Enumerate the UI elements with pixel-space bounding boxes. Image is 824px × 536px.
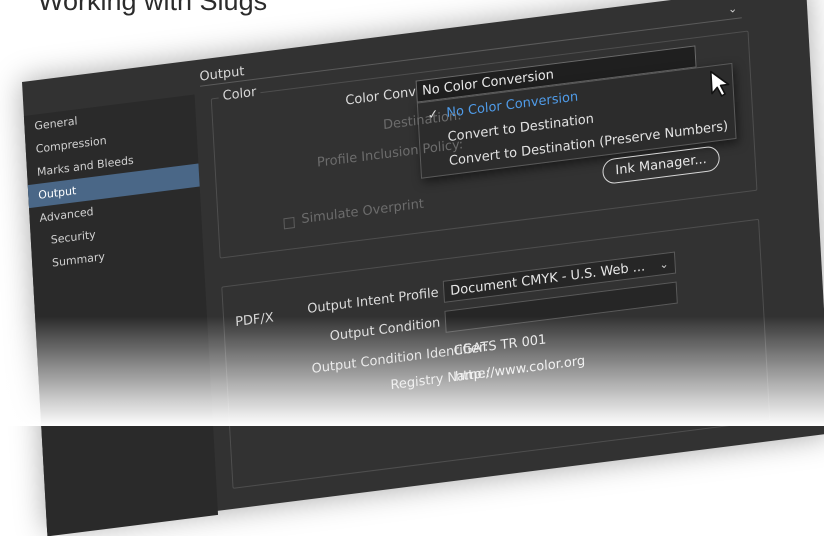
chevron-down-icon[interactable]: ⌄: [728, 2, 738, 16]
sidebar: General Compression Marks and Bleeds Out…: [23, 94, 219, 536]
simulate-overprint-checkbox[interactable]: [283, 216, 295, 230]
sidebar-item-label: Advanced: [39, 205, 94, 225]
chevron-down-icon: ⌄: [659, 257, 669, 272]
mouse-cursor-icon: [710, 70, 730, 97]
export-pdf-dialog: General Compression Marks and Bleeds Out…: [22, 0, 824, 536]
sidebar-item-label: Security: [50, 227, 97, 247]
sidebar-item-label: Output: [37, 184, 77, 202]
main-pane: Output ⌄ Color Color Conversion: No Colo…: [199, 0, 824, 510]
page-caption: Working with Slugs: [38, 0, 268, 16]
sidebar-item-label: Summary: [51, 249, 106, 270]
sidebar-item-label: General: [34, 114, 78, 133]
